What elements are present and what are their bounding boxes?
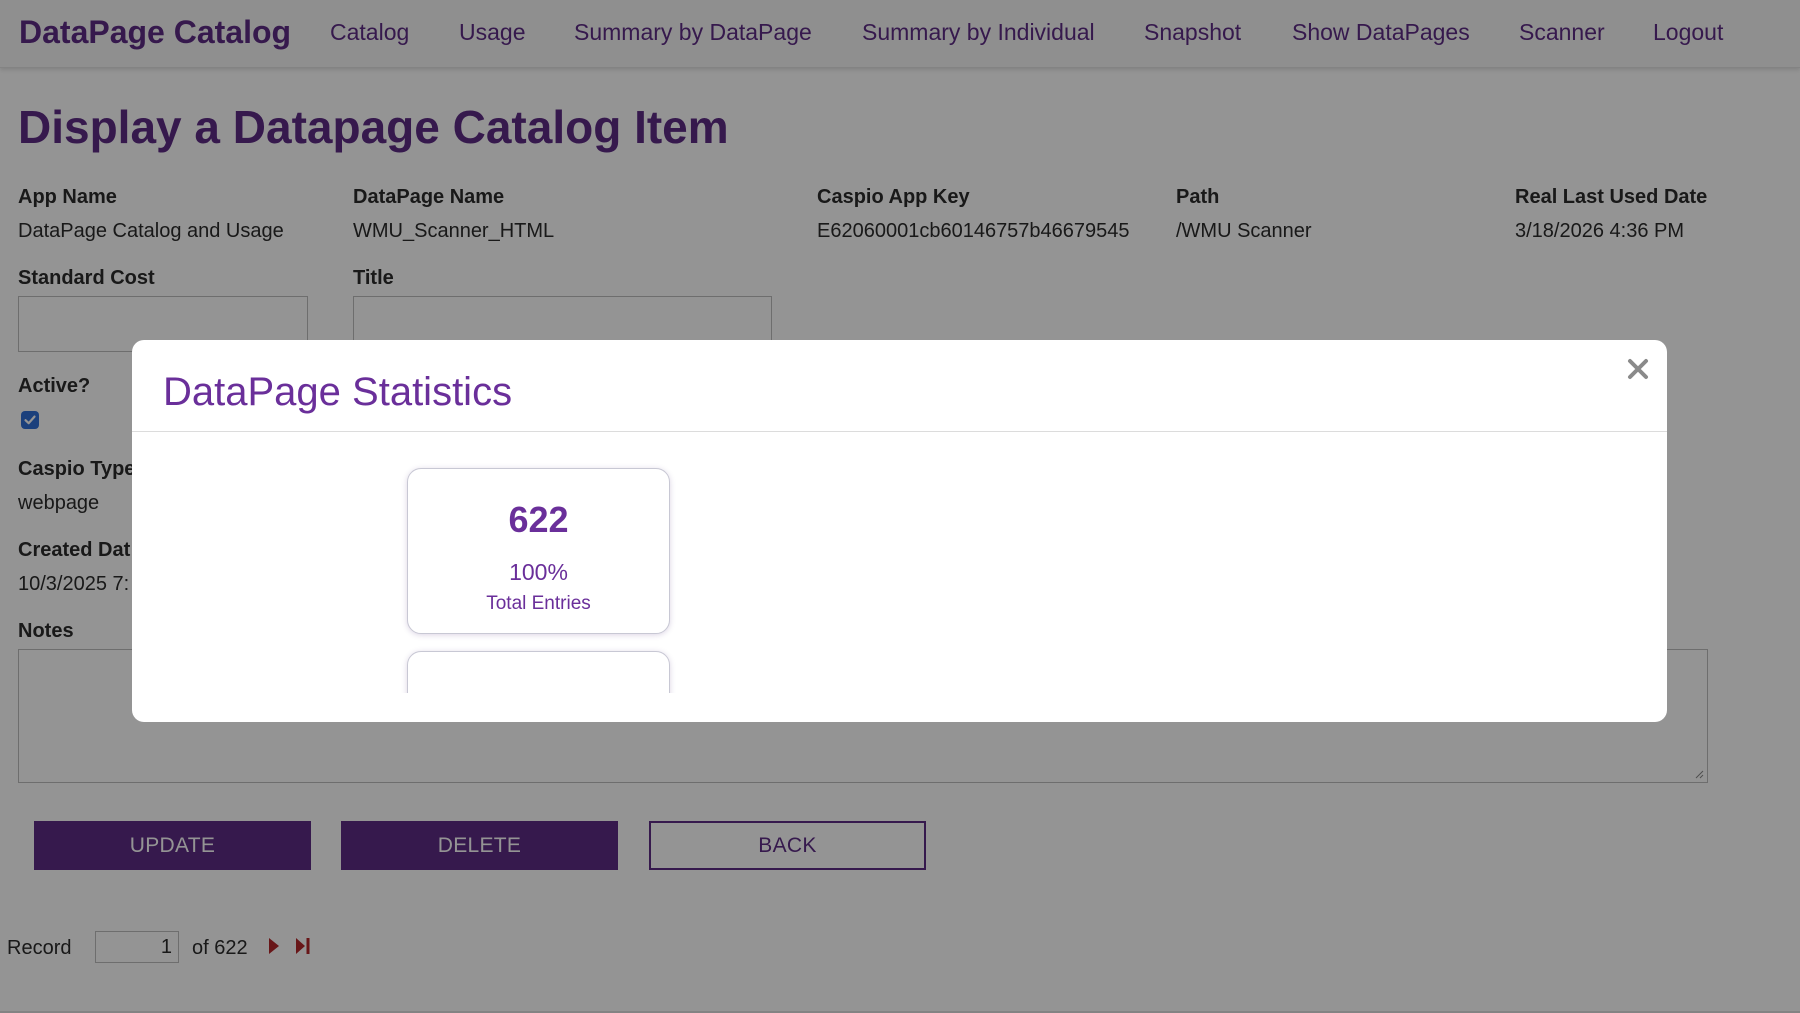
stat-value: 622 — [508, 499, 569, 540]
stat-card: 622 100% Total Entries — [407, 468, 670, 634]
statistics-modal: DataPage Statistics 622 100% Total Entri… — [132, 340, 1667, 722]
stat-percent: 100% — [509, 559, 568, 585]
modal-body: 622 100% Total Entries — [132, 433, 1667, 693]
close-icon[interactable] — [1627, 358, 1649, 380]
modal-title: DataPage Statistics — [163, 370, 513, 414]
stat-card-partial — [407, 651, 670, 693]
stat-label: Total Entries — [486, 593, 591, 614]
modal-header: DataPage Statistics — [132, 340, 1667, 432]
